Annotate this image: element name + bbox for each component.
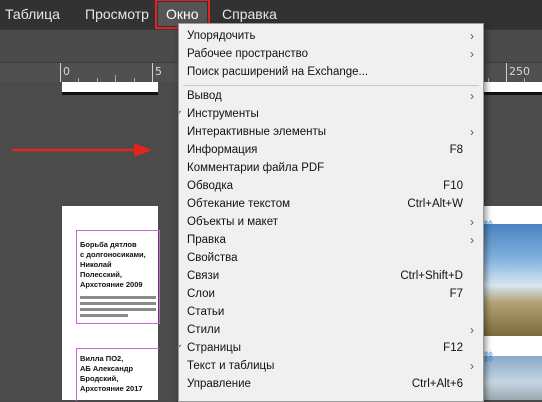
menu-help[interactable]: Справка xyxy=(222,6,277,22)
chevron-right-icon: › xyxy=(470,233,474,247)
previous-page-bottom xyxy=(62,82,158,92)
menu-item-text-tables[interactable]: Текст и таблицы › xyxy=(179,358,483,376)
red-arrow-icon xyxy=(12,143,152,157)
text-placeholder-bar xyxy=(80,302,156,305)
chevron-right-icon: › xyxy=(470,29,474,43)
text-placeholder-bar xyxy=(80,296,156,299)
chevron-right-icon: › xyxy=(470,323,474,337)
landscape-image[interactable] xyxy=(484,224,542,336)
text-placeholder-bar xyxy=(80,314,128,317)
menu-item-info[interactable]: Информация F8 xyxy=(179,142,483,160)
link-icon[interactable]: ⛓ xyxy=(482,222,498,232)
menu-view[interactable]: Просмотр xyxy=(85,6,149,22)
menu-separator xyxy=(183,85,479,86)
caption-line: Полесский, xyxy=(80,270,122,279)
menu-item-links[interactable]: Связи Ctrl+Shift+D xyxy=(179,268,483,286)
menu-table[interactable]: Таблица xyxy=(5,6,60,22)
chevron-right-icon: › xyxy=(470,215,474,229)
caption-line: АБ Александр xyxy=(80,364,134,373)
chevron-right-icon: › xyxy=(470,125,474,139)
chevron-right-icon: › xyxy=(470,47,474,61)
menu-item-articles[interactable]: Статьи xyxy=(179,304,483,322)
caption-line: с долгоносиками, xyxy=(80,250,146,259)
previous-page-edge xyxy=(62,92,158,95)
menu-item-pages[interactable]: ✔ Страницы F12 xyxy=(179,340,483,358)
ruler-label-0: 0 xyxy=(63,65,70,78)
caption-line: Николай xyxy=(80,260,112,269)
menu-item-pdf-comments[interactable]: Комментарии файла PDF xyxy=(179,160,483,178)
menu-item-find-extensions[interactable]: Поиск расширений на Exchange... xyxy=(179,64,483,82)
chevron-right-icon: › xyxy=(470,359,474,373)
menu-item-layers[interactable]: Слои F7 xyxy=(179,286,483,304)
caption-line: Вилла ПО2, xyxy=(80,354,124,363)
ruler-label-5: 5 xyxy=(155,65,162,78)
menu-item-edit[interactable]: Правка › xyxy=(179,232,483,250)
menu-item-arrange[interactable]: Упорядочить › xyxy=(179,28,483,46)
caption-line: Архстояние 2017 xyxy=(80,384,143,393)
menu-item-interactive[interactable]: Интерактивные элементы › xyxy=(179,124,483,142)
checkmark-icon: ✔ xyxy=(179,342,186,356)
previous-page-right-bottom xyxy=(478,82,542,92)
checkmark-icon: ✔ xyxy=(179,108,186,122)
text-placeholder-bar xyxy=(80,308,156,311)
previous-page-right-edge xyxy=(478,92,542,95)
menu-item-tools[interactable]: ✔ Инструменты xyxy=(179,106,483,124)
caption-line: Архстояние 2009 xyxy=(80,280,143,289)
window-menu-dropdown: Упорядочить › Рабочее пространство › Пои… xyxy=(178,23,484,402)
menu-item-output[interactable]: Вывод › xyxy=(179,88,483,106)
menu-item-properties[interactable]: Свойства xyxy=(179,250,483,268)
menu-item-styles[interactable]: Стили › xyxy=(179,322,483,340)
link-icon[interactable]: ⛓ xyxy=(482,353,498,363)
ruler-label-250: 250 xyxy=(509,65,530,78)
chevron-right-icon: › xyxy=(470,89,474,103)
menu-item-text-wrap[interactable]: Обтекание текстом Ctrl+Alt+W xyxy=(179,196,483,214)
caption-line: Бродский, xyxy=(80,374,119,383)
caption-line: Борьба дятлов xyxy=(80,240,137,249)
menu-item-objects-layout[interactable]: Объекты и макет › xyxy=(179,214,483,232)
menu-item-workspace[interactable]: Рабочее пространство › xyxy=(179,46,483,64)
menu-item-stroke[interactable]: Обводка F10 xyxy=(179,178,483,196)
menu-item-control[interactable]: Управление Ctrl+Alt+6 xyxy=(179,376,483,394)
